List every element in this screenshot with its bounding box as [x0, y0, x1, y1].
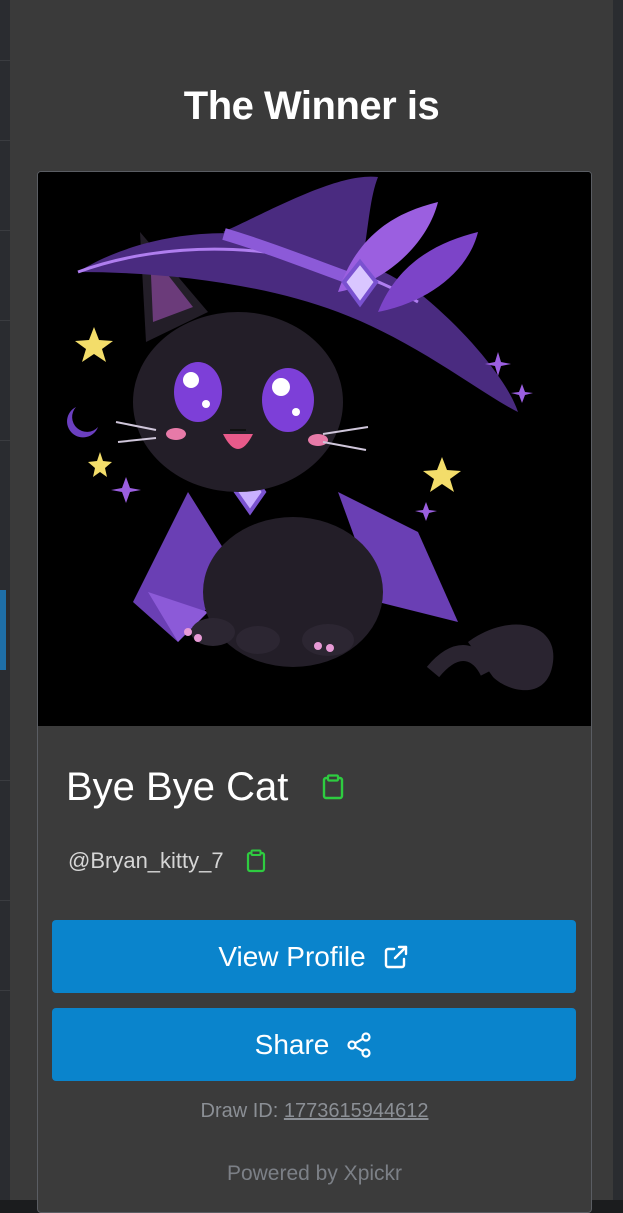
- winner-handle: @Bryan_kitty_7: [68, 848, 224, 873]
- draw-id-label: Draw ID:: [200, 1100, 279, 1122]
- draw-id-row: Draw ID: 1773615944612: [38, 1100, 591, 1123]
- modal-title: The Winner is: [183, 84, 440, 128]
- powered-by-footer[interactable]: Powered by Xpickr: [38, 1162, 591, 1186]
- background-page-right-edge: [613, 0, 623, 1200]
- share-icon: [345, 1031, 373, 1059]
- winner-name: Bye Bye Cat: [66, 764, 289, 809]
- copy-handle-clipboard-icon[interactable]: [246, 849, 266, 873]
- winner-card: Bye Bye Cat @Bryan_kitty_7 View Profile: [37, 171, 592, 1213]
- winner-handle-row: @Bryan_kitty_7: [68, 844, 266, 878]
- view-profile-label: View Profile: [218, 940, 366, 972]
- winner-modal: The Winner is Bye Bye Cat @Bryan_kitty_7…: [10, 0, 613, 1213]
- winner-name-row: Bye Bye Cat: [66, 762, 344, 812]
- winner-avatar-image: [38, 172, 591, 726]
- share-button[interactable]: Share: [52, 1008, 576, 1081]
- copy-name-clipboard-icon[interactable]: [322, 774, 344, 800]
- view-profile-button[interactable]: View Profile: [52, 920, 576, 993]
- external-link-icon: [382, 943, 410, 971]
- share-label: Share: [254, 1028, 330, 1060]
- background-page-left-edge: [0, 0, 10, 1200]
- draw-id-link[interactable]: 1773615944612: [284, 1100, 429, 1122]
